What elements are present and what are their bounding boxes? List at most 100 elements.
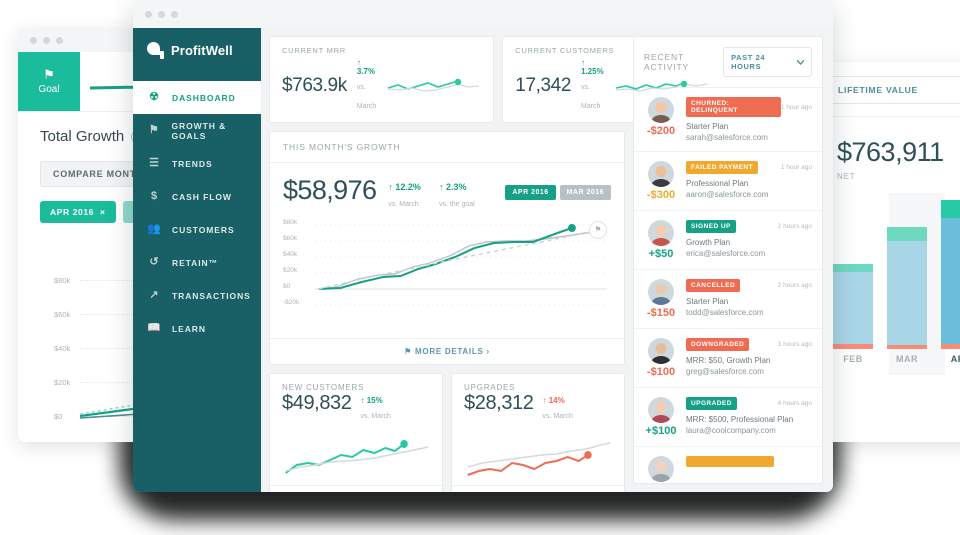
bar-label-feb: FEB xyxy=(843,354,863,364)
new-customers-value: $49,832 xyxy=(282,391,352,414)
activity-row[interactable]: -$150 CANCELLED 2 hours ago Starter Plan… xyxy=(634,270,822,329)
kpi-delta: ↑ 1.25% vs. March xyxy=(581,58,604,113)
sidebar-item-retain[interactable]: ↺ RETAIN™ xyxy=(133,246,261,279)
growth-delta-pct: ↑ 2.3% xyxy=(438,182,467,193)
y-tick: $40k xyxy=(283,251,298,259)
sidebar-item-label: TRANSACTIONS xyxy=(172,290,251,301)
brand[interactable]: ProfitWell xyxy=(133,28,261,73)
main-window-body: ProfitWell ☢ DASHBOARD ⚑ GROWTH & GOALS … xyxy=(133,28,833,492)
kpi-label: CURRENT MRR xyxy=(282,46,346,55)
sidebar-item-customers[interactable]: 👥 CUSTOMERS xyxy=(133,213,261,246)
activity-amount: +$100 xyxy=(645,425,677,437)
kpi-delta-pct: ↑ 3.7% xyxy=(356,58,376,77)
bar-feb[interactable] xyxy=(833,264,873,349)
minimize-dot-icon[interactable] xyxy=(43,36,50,44)
sidebar-item-cash-flow[interactable]: $ CASH FLOW xyxy=(133,180,261,213)
activity-time: 1 hour ago xyxy=(780,164,812,171)
sidebar-item-growth-goals[interactable]: ⚑ GROWTH & GOALS xyxy=(133,114,261,147)
lifetime-value-amount: $763,911 xyxy=(837,137,944,167)
lifetime-value-sublabel: NET xyxy=(837,172,856,181)
growth-chart-svg xyxy=(315,223,607,306)
growth-month-toggle: APR 2016 MAR 2016 xyxy=(505,185,611,201)
y-tick: -$20k xyxy=(283,299,300,307)
activity-time: 2 hours ago xyxy=(777,282,812,289)
month-toggle-apr[interactable]: APR 2016 xyxy=(505,185,556,201)
lifetime-value-bar-chart: FEB MAR APR xyxy=(815,193,960,375)
bar-chart-icon: ☰ xyxy=(149,157,160,169)
mini-card-row: NEW CUSTOMERS $49,832 ↑ 15% vs. March UP… xyxy=(269,372,625,492)
activity-row[interactable]: -$100 DOWNGRADED 3 hours ago MRR: $50, G… xyxy=(634,329,822,388)
status-badge: DOWNGRADED xyxy=(686,338,750,351)
dashboard-main-column: CURRENT MRR $763.9k ↑ 3.7% vs. March CUR… xyxy=(269,36,722,492)
kpi-current-mrr[interactable]: CURRENT MRR $763.9k ↑ 3.7% vs. March xyxy=(269,36,495,124)
status-badge: FAILED PAYMENT xyxy=(686,161,758,174)
sidebar-item-trends[interactable]: ☰ TRENDS xyxy=(133,147,261,180)
main-window-profitwell[interactable]: ProfitWell ☢ DASHBOARD ⚑ GROWTH & GOALS … xyxy=(133,0,833,492)
bar-apr[interactable] xyxy=(941,200,960,349)
activity-top-row: DOWNGRADED 3 hours ago xyxy=(686,338,812,351)
sidebar-item-dashboard[interactable]: ☢ DASHBOARD xyxy=(133,81,261,114)
close-dot-icon[interactable] xyxy=(30,36,37,44)
sidebar-item-label: CASH FLOW xyxy=(172,191,232,202)
book-icon: 📖 xyxy=(147,322,162,334)
new-customers-view-button[interactable]: 👥 VIEW CUSTOMERS › xyxy=(270,485,442,492)
activity-top-row: UPGRADED 4 hours ago xyxy=(686,397,812,410)
activity-avatar-col: -$150 xyxy=(644,279,678,319)
kpi-delta-sub: vs. March xyxy=(581,84,601,110)
activity-row[interactable]: -$300 FAILED PAYMENT 1 hour ago Professi… xyxy=(634,152,822,211)
goal-flag-marker-icon[interactable]: ⚑ xyxy=(589,220,607,239)
activity-amount: -$150 xyxy=(646,307,676,319)
dashboard-side-column: RECENT ACTIVITY PAST 24 HOURS -$200 CHUR… xyxy=(633,36,823,484)
sidebar-item-transactions[interactable]: ↗ TRANSACTIONS xyxy=(133,279,261,312)
recent-activity-card: RECENT ACTIVITY PAST 24 HOURS -$200 CHUR… xyxy=(633,36,823,484)
new-customers-delta: ↑ 15% vs. March xyxy=(361,396,391,424)
growth-more-details-button[interactable]: ⚑ MORE DETAILS › xyxy=(270,337,624,364)
sidebar-item-learn[interactable]: 📖 LEARN xyxy=(133,312,261,345)
goal-tile[interactable]: ⚑ Goal xyxy=(18,52,80,111)
avatar xyxy=(648,161,674,187)
month-toggle-mar[interactable]: MAR 2016 xyxy=(559,185,611,201)
activity-plan: MRR: $50, Growth Plan xyxy=(686,356,771,365)
upgrades-view-button[interactable]: 👥 VIEW CUSTOMERS › xyxy=(452,485,624,492)
kpi-sparkline-svg xyxy=(615,80,707,92)
activity-row[interactable]: -$200 CHURNED: DELINQUENT 1 hour ago Sta… xyxy=(634,88,822,152)
close-dot-icon[interactable] xyxy=(145,10,152,18)
growth-delta-sub: vs. March xyxy=(388,200,419,208)
month-pill-apr-label: APR 2016 xyxy=(50,207,94,217)
growth-delta-month: ↑ 12.2% vs. March xyxy=(388,182,421,211)
avatar xyxy=(648,279,674,305)
screenshot-stage: ⚑ Goal Total Growth ? COMPARE MONTHS APR… xyxy=(0,0,960,535)
activity-plan: Starter Plan xyxy=(686,122,729,131)
activity-email: aaron@salesforce.com xyxy=(686,190,769,199)
bar-x-labels: FEB MAR APR xyxy=(825,354,960,364)
dollar-icon: $ xyxy=(150,190,159,202)
month-pill-apr[interactable]: APR 2016 × xyxy=(40,201,116,223)
status-badge xyxy=(686,456,774,467)
growth-chart: $80k $60k $40k $20k $0 -$20k ⚑ xyxy=(283,219,611,332)
close-icon[interactable]: × xyxy=(100,207,106,217)
upgrades-chart xyxy=(464,425,612,483)
activity-timeframe-select[interactable]: PAST 24 HOURS xyxy=(723,47,812,77)
upgrades-title: UPGRADES xyxy=(464,382,516,392)
maximize-dot-icon[interactable] xyxy=(171,10,178,18)
activity-row[interactable]: +$100 UPGRADED 4 hours ago MRR: $500, Pr… xyxy=(634,388,822,447)
maximize-dot-icon[interactable] xyxy=(56,36,63,44)
card-new-customers: NEW CUSTOMERS $49,832 ↑ 15% vs. March xyxy=(269,372,443,492)
activity-detail: CHURNED: DELINQUENT 1 hour ago Starter P… xyxy=(686,97,812,142)
lifetime-value-select[interactable]: LIFETIME VALUE xyxy=(827,76,960,104)
minimize-dot-icon[interactable] xyxy=(158,10,165,18)
bar-mar[interactable] xyxy=(887,227,927,349)
activity-row-partial[interactable] xyxy=(634,447,822,483)
new-customers-body: NEW CUSTOMERS $49,832 ↑ 15% vs. March xyxy=(270,374,442,486)
pulse-icon: ☢ xyxy=(149,91,160,103)
background-window-right[interactable]: LIFETIME VALUE $763,911 NET FEB MAR A xyxy=(815,62,960,442)
growth-delta-pct: ↑ 12.2% xyxy=(388,182,421,193)
activity-plan: Growth Plan xyxy=(686,238,731,247)
activity-plan: Professional Plan xyxy=(686,179,749,188)
dashboard-content: CURRENT MRR $763.9k ↑ 3.7% vs. March CUR… xyxy=(261,28,833,492)
new-customers-chart-svg xyxy=(285,440,429,475)
activity-row[interactable]: +$50 SIGNED UP 2 hours ago Growth Plan e… xyxy=(634,211,822,270)
growth-value: $58,976 xyxy=(283,175,377,206)
upgrades-chart-svg xyxy=(467,442,611,477)
activity-amount: -$100 xyxy=(646,366,676,378)
